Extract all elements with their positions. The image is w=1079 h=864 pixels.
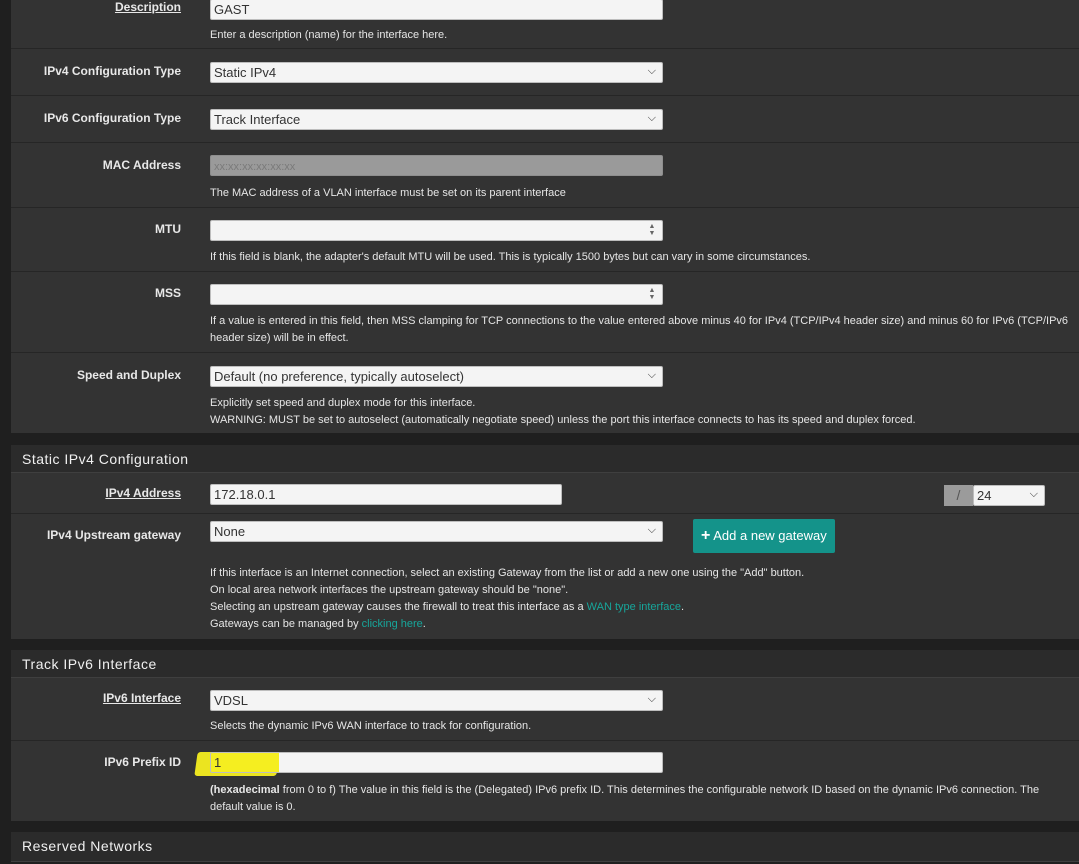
ipv4-gateway-row: IPv4 Upstream gateway None ⌵ + Add a new…	[11, 513, 1079, 639]
mac-help: The MAC address of a VLAN interface must…	[210, 187, 566, 199]
ipv6-type-label: IPv6 Configuration Type	[43, 111, 181, 125]
ipv6-prefix-help-line1: (hexadecimal from 0 to f) The value in t…	[210, 782, 1079, 799]
ipv6-type-row: IPv6 Configuration Type Track Interface …	[11, 95, 1079, 143]
ipv6-interface-row: IPv6 Interface VDSL ⌵ Selects the dynami…	[11, 678, 1079, 741]
gateway-help-line3: Selecting an upstream gateway causes the…	[210, 599, 684, 616]
ipv6-prefix-help-bold: (hexadecimal	[210, 784, 280, 796]
clicking-here-link[interactable]: clicking here	[362, 618, 423, 630]
gateway-help-line4: Gateways can be managed by clicking here…	[210, 616, 426, 633]
gateway-help-line3-pre: Selecting an upstream gateway causes the…	[210, 601, 587, 613]
ipv4-address-row: IPv4 Address 172.18.0.1 / 24 ⌵	[11, 473, 1079, 514]
description-label: Description	[114, 0, 181, 14]
speed-help-line2: WARNING: MUST be set to autoselect (auto…	[210, 414, 916, 426]
ipv4-gateway-select[interactable]: None ⌵	[210, 521, 663, 542]
mac-row: MAC Address xx:xx:xx:xx:xx:xx The MAC ad…	[11, 142, 1079, 208]
track-ipv6-panel: IPv6 Interface VDSL ⌵ Selects the dynami…	[11, 678, 1079, 821]
mtu-row: MTU ▲ ▼ If this field is blank, the adapt…	[11, 207, 1079, 272]
ipv4-type-row: IPv4 Configuration Type Static IPv4 ⌵	[11, 48, 1079, 96]
static-ipv4-panel: IPv4 Address 172.18.0.1 / 24 ⌵ IPv4 Upst…	[11, 473, 1079, 639]
mtu-label: MTU	[155, 222, 181, 236]
speed-row: Speed and Duplex Default (no preference,…	[11, 352, 1079, 433]
speed-value: Default (no preference, typically autose…	[214, 369, 465, 384]
speed-help-line1: Explicitly set speed and duplex mode for…	[210, 397, 476, 409]
add-gateway-label: Add a new gateway	[713, 528, 827, 543]
cidr-value: 24	[977, 488, 992, 503]
chevron-down-icon: ⌵	[647, 112, 656, 124]
gateway-help-line3-post: .	[681, 601, 685, 613]
ipv4-type-label: IPv4 Configuration Type	[43, 64, 181, 78]
description-input[interactable]: GAST	[210, 0, 663, 20]
mss-input[interactable]: ▲ ▼	[210, 284, 663, 305]
gateway-help-line2: On local area network interfaces the ups…	[210, 584, 569, 596]
cidr-slash: /	[944, 485, 973, 506]
ipv6-interface-label: IPv6 Interface	[102, 691, 181, 705]
speed-label: Speed and Duplex	[76, 368, 181, 382]
cidr-select[interactable]: 24 ⌵	[973, 485, 1045, 506]
ipv4-type-value: Static IPv4	[214, 65, 277, 80]
track-ipv6-heading: Track IPv6 Interface	[11, 650, 1079, 678]
ipv6-interface-help: Selects the dynamic IPv6 WAN interface t…	[210, 720, 532, 732]
mss-help-line1: If a value is entered in this field, the…	[210, 315, 1069, 327]
mac-input: xx:xx:xx:xx:xx:xx	[210, 155, 663, 176]
static-ipv4-heading: Static IPv4 Configuration	[11, 445, 1079, 473]
stepper-icon[interactable]: ▲ ▼	[647, 223, 657, 238]
chevron-down-icon: ⌵	[647, 65, 656, 77]
gateway-help-line4-post: .	[422, 618, 426, 630]
ipv6-interface-select[interactable]: VDSL ⌵	[210, 690, 663, 711]
ipv4-type-select[interactable]: Static IPv4 ⌵	[210, 62, 663, 83]
plus-icon: +	[701, 527, 711, 544]
chevron-down-icon: ⌵	[647, 524, 656, 536]
description-row: Description GAST Enter a description (na…	[11, 0, 1079, 49]
mss-row: MSS ▲ ▼ If a value is entered in this fie…	[11, 271, 1079, 353]
wan-type-interface-link[interactable]: WAN type interface	[587, 601, 681, 613]
ipv4-address-input[interactable]: 172.18.0.1	[210, 484, 562, 505]
ipv6-type-value: Track Interface	[214, 112, 301, 127]
gateway-help-line1: If this interface is an Internet connect…	[210, 567, 805, 579]
mtu-input[interactable]: ▲ ▼	[210, 220, 663, 241]
mss-help-line2: header size) will be in effect.	[210, 332, 349, 344]
ipv6-type-select[interactable]: Track Interface ⌵	[210, 109, 663, 130]
chevron-down-icon: ⌵	[1029, 488, 1038, 500]
gateway-help-line4-pre: Gateways can be managed by	[210, 618, 362, 630]
mac-label: MAC Address	[102, 158, 181, 172]
reserved-networks-heading: Reserved Networks	[11, 832, 1079, 862]
ipv6-prefix-label: IPv6 Prefix ID	[104, 755, 181, 769]
add-gateway-button[interactable]: + Add a new gateway	[693, 519, 835, 553]
speed-select[interactable]: Default (no preference, typically autose…	[210, 366, 663, 387]
description-help: Enter a description (name) for the inter…	[210, 29, 448, 41]
mtu-help: If this field is blank, the adapter's de…	[210, 251, 811, 263]
ipv6-prefix-input[interactable]: 1	[210, 752, 663, 773]
ipv4-address-label: IPv4 Address	[105, 486, 181, 500]
ipv6-prefix-value: 1	[214, 755, 222, 770]
stepper-icon[interactable]: ▲ ▼	[647, 287, 657, 302]
ipv4-gateway-label: IPv4 Upstream gateway	[46, 528, 181, 542]
mss-label: MSS	[154, 286, 181, 300]
general-config-panel: Description GAST Enter a description (na…	[11, 0, 1079, 433]
chevron-down-icon: ⌵	[647, 369, 656, 381]
ipv6-prefix-row: IPv6 Prefix ID 1 (hexadecimal from 0 to …	[11, 740, 1079, 821]
ipv6-prefix-help-line2: default value is 0.	[210, 801, 296, 813]
ipv6-interface-value: VDSL	[214, 693, 248, 708]
ipv4-gateway-value: None	[214, 524, 246, 539]
chevron-down-icon: ⌵	[647, 693, 656, 705]
ipv6-prefix-help-rest: from 0 to f) The value in this field is …	[279, 784, 1040, 796]
